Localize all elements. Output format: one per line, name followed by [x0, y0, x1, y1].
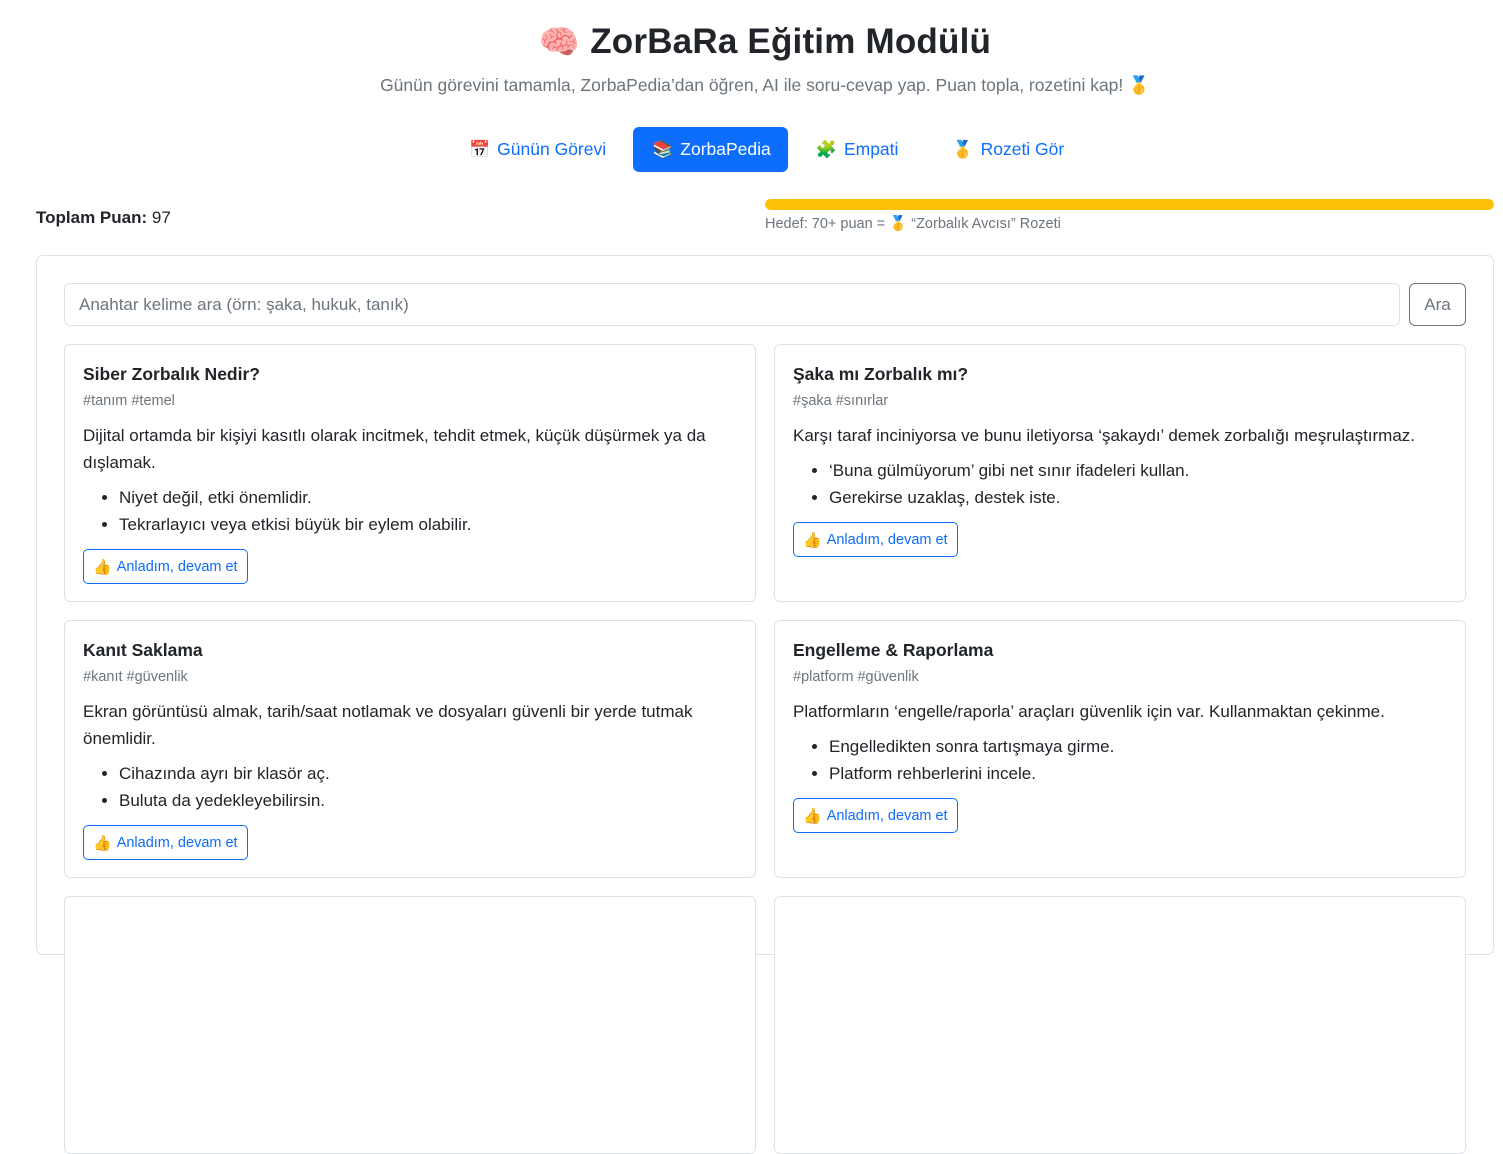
card-tags: #şaka #sınırlar [793, 393, 889, 409]
article-card [774, 896, 1466, 1154]
article-card: Kanıt Saklama #kanıt #güvenlik Ekran gör… [64, 620, 756, 878]
tab-label: Empati [843, 139, 899, 159]
score-value: 97 [151, 208, 171, 227]
tab-empati[interactable]: 🧩 Empati [802, 127, 913, 172]
thumbs-up-icon: 👍 [803, 531, 822, 549]
page-subtitle: Günün görevini tamamla, ZorbaPedia’dan ö… [380, 75, 1150, 95]
card-title: Kanıt Saklama [83, 640, 203, 660]
page-title: 🧠 ZorBaRa Eğitim Modülü [0, 22, 1503, 62]
medal-icon: 🥇 [952, 139, 974, 159]
bullet-item: Tekrarlayıcı veya etkisi büyük bir eylem… [119, 511, 737, 538]
tab-label: Günün Görevi [497, 139, 607, 159]
tab-rozeti-gor[interactable]: 🥇 Rozeti Gör [938, 127, 1078, 172]
card-text: Platformların ‘engelle/raporla’ araçları… [793, 702, 1385, 721]
search-button[interactable]: Ara [1409, 283, 1466, 326]
thumbs-up-icon: 👍 [93, 558, 112, 576]
card-bullets: Cihazında ayrı bir klasör aç. Buluta da … [83, 760, 737, 814]
article-card [64, 896, 756, 1154]
article-card: Şaka mı Zorbalık mı? #şaka #sınırlar Kar… [774, 344, 1466, 602]
understood-button[interactable]: 👍 Anladım, devam et [793, 522, 958, 557]
article-card: Siber Zorbalık Nedir? #tanım #temel Diji… [64, 344, 756, 602]
button-label: Anladım, devam et [826, 531, 948, 548]
card-tags: #platform #güvenlik [793, 669, 919, 685]
card-title: Siber Zorbalık Nedir? [83, 364, 260, 384]
bullet-item: ‘Buna gülmüyorum’ gibi net sınır ifadele… [829, 457, 1447, 484]
understood-button[interactable]: 👍 Anladım, devam et [83, 825, 248, 860]
card-bullets: Engelledikten sonra tartışmaya girme. Pl… [793, 733, 1447, 787]
card-title: Engelleme & Raporlama [793, 640, 994, 660]
tab-label: Rozeti Gör [980, 139, 1065, 159]
brain-icon: 🧠 [538, 23, 581, 60]
bullet-item: Platform rehberlerini incele. [829, 760, 1447, 787]
card-text: Ekran görüntüsü almak, tarih/saat notlam… [83, 702, 693, 748]
button-label: Anladım, devam et [826, 807, 948, 824]
zorbapedia-panel: Ara Siber Zorbalık Nedir? #tanım #temel … [36, 255, 1494, 1154]
books-icon: 📚 [652, 139, 674, 159]
progress-fill [765, 199, 1494, 210]
search-input[interactable] [64, 283, 1400, 326]
bullet-item: Engelledikten sonra tartışmaya girme. [829, 733, 1447, 760]
card-text: Karşı taraf inciniyorsa ve bunu iletiyor… [793, 426, 1416, 445]
bullet-item: Niyet değil, etki önemlidir. [119, 484, 737, 511]
article-card: Engelleme & Raporlama #platform #güvenli… [774, 620, 1466, 878]
badge-target-text: Hedef: 70+ puan = 🥇 “Zorbalık Avcısı” Ro… [765, 216, 1061, 232]
tab-label: ZorbaPedia [680, 139, 771, 159]
button-label: Anladım, devam et [116, 834, 238, 851]
tab-bar: 📅 Günün Görevi 📚 ZorbaPedia 🧩 Empati 🥇 R… [455, 127, 1078, 172]
button-label: Anladım, devam et [116, 558, 238, 575]
card-tags: #tanım #temel [83, 393, 175, 409]
thumbs-up-icon: 👍 [803, 807, 822, 825]
card-text: Dijital ortamda bir kişiyi kasıtlı olara… [83, 426, 706, 472]
tab-zorbapedia[interactable]: 📚 ZorbaPedia [633, 127, 788, 172]
bullet-item: Cihazında ayrı bir klasör aç. [119, 760, 737, 787]
calendar-icon: 📅 [469, 139, 491, 159]
score-progress-bar [765, 199, 1494, 210]
total-score: Toplam Puan: 97 [36, 208, 171, 228]
understood-button[interactable]: 👍 Anladım, devam et [83, 549, 248, 584]
bullet-item: Gerekirse uzaklaş, destek iste. [829, 484, 1447, 511]
tab-gunun-gorevi[interactable]: 📅 Günün Görevi [455, 127, 620, 172]
puzzle-icon: 🧩 [815, 139, 837, 159]
thumbs-up-icon: 👍 [93, 834, 112, 852]
score-label: Toplam Puan: [36, 208, 148, 227]
understood-button[interactable]: 👍 Anladım, devam et [793, 798, 958, 833]
card-bullets: ‘Buna gülmüyorum’ gibi net sınır ifadele… [793, 457, 1447, 511]
bullet-item: Buluta da yedekleyebilirsin. [119, 787, 737, 814]
card-title: Şaka mı Zorbalık mı? [793, 364, 969, 384]
card-bullets: Niyet değil, etki önemlidir. Tekrarlayıc… [83, 484, 737, 538]
card-tags: #kanıt #güvenlik [83, 669, 188, 685]
page-title-text: ZorBaRa Eğitim Modülü [590, 22, 992, 61]
